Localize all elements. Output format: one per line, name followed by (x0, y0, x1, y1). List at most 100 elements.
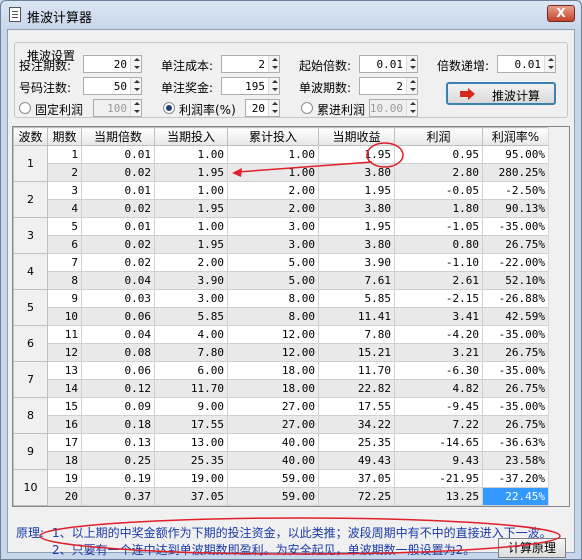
cell-profit[interactable]: -1.10 (394, 253, 483, 272)
cell-period[interactable]: 17 (47, 433, 82, 452)
cell-mult[interactable]: 0.02 (81, 235, 155, 254)
cell-period[interactable]: 1 (47, 145, 82, 164)
periods-spinner[interactable]: 20 (83, 55, 142, 73)
cell-rate[interactable]: -35.00% (482, 397, 549, 416)
cell-inv[interactable]: 1.00 (154, 181, 228, 200)
cell-cum[interactable]: 12.00 (227, 325, 319, 344)
cell-profit[interactable]: 3.41 (394, 307, 483, 326)
table-row[interactable]: 4 7 0.02 2.00 5.00 3.90 -1.10 -22.00% (13, 253, 549, 290)
cell-rate[interactable]: 280.25% (482, 163, 549, 182)
cell-ret[interactable]: 1.95 (318, 145, 395, 164)
cell-cum[interactable]: 3.00 (227, 217, 319, 236)
cell-rate[interactable]: -35.00% (482, 325, 549, 344)
cell-ret[interactable]: 25.35 (318, 433, 395, 452)
cell-ret[interactable]: 17.55 (318, 397, 395, 416)
cell-rate[interactable]: 95.00% (482, 145, 549, 164)
cell-period[interactable]: 15 (47, 397, 82, 416)
spinner-arrows-icon[interactable] (544, 56, 555, 72)
calculate-button[interactable]: 推波计算 (446, 82, 556, 105)
cell-mult[interactable]: 0.03 (81, 289, 155, 308)
cell-inv[interactable]: 2.00 (154, 253, 228, 272)
column-header[interactable]: 利润 (394, 127, 483, 146)
table-row[interactable]: 10 0.06 5.85 8.00 11.41 3.41 42.59% (14, 307, 549, 326)
cell-profit[interactable]: -14.65 (394, 433, 483, 452)
cell-cum[interactable]: 27.00 (227, 415, 319, 434)
table-row[interactable]: 6 0.02 1.95 3.00 3.80 0.80 26.75% (14, 235, 549, 254)
cell-rate[interactable]: -22.00% (482, 253, 549, 272)
cell-inv[interactable]: 37.05 (154, 487, 228, 506)
cell-profit[interactable]: 1.80 (394, 199, 483, 218)
calc-principle-button[interactable]: 计算原理 (498, 538, 566, 558)
cell-profit[interactable]: -0.05 (394, 181, 483, 200)
cell-mult[interactable]: 0.19 (81, 469, 155, 488)
cell-cum[interactable]: 59.00 (227, 469, 319, 488)
cell-ret[interactable]: 1.95 (318, 217, 395, 236)
cell-mult[interactable]: 0.37 (81, 487, 155, 506)
cell-ret[interactable]: 7.80 (318, 325, 395, 344)
cell-period[interactable]: 2 (47, 163, 82, 182)
table-row[interactable]: 3 5 0.01 1.00 3.00 1.95 -1.05 -35.00% (13, 217, 549, 254)
cell-inv[interactable]: 25.35 (154, 451, 228, 470)
cell-period[interactable]: 7 (47, 253, 82, 272)
cell-cum[interactable]: 8.00 (227, 289, 319, 308)
cell-cum[interactable]: 5.00 (227, 271, 319, 290)
cell-period[interactable]: 4 (47, 199, 82, 218)
cell-ret[interactable]: 5.85 (318, 289, 395, 308)
cell-inv[interactable]: 19.00 (154, 469, 228, 488)
column-header[interactable]: 期数 (47, 127, 82, 146)
table-row[interactable]: 9 17 0.13 13.00 40.00 25.35 -14.65 -36.63% (13, 433, 549, 470)
cell-cum[interactable]: 1.00 (227, 163, 319, 182)
table-row[interactable]: 14 0.12 11.70 18.00 22.82 4.82 26.75% (14, 379, 549, 398)
cell-rate[interactable]: 52.10% (482, 271, 549, 290)
start-multiplier-spinner[interactable]: 0.01 (359, 55, 418, 73)
cell-ret[interactable]: 49.43 (318, 451, 395, 470)
cell-rate[interactable]: -35.00% (482, 361, 549, 380)
cell-period[interactable]: 18 (47, 451, 82, 470)
cell-ret[interactable]: 1.95 (318, 181, 395, 200)
cell-mult[interactable]: 0.01 (81, 181, 155, 200)
spinner-arrows-icon[interactable] (130, 78, 141, 94)
cell-cum[interactable]: 59.00 (227, 487, 319, 506)
cell-profit[interactable]: -1.05 (394, 217, 483, 236)
unit-cost-spinner[interactable]: 2 (221, 55, 280, 73)
cell-cum[interactable]: 27.00 (227, 397, 319, 416)
cell-inv[interactable]: 1.00 (154, 145, 228, 164)
cell-inv[interactable]: 7.80 (154, 343, 228, 362)
cell-profit[interactable]: 3.21 (394, 343, 483, 362)
cell-mult[interactable]: 0.01 (81, 145, 155, 164)
table-row[interactable]: 2 3 0.01 1.00 2.00 1.95 -0.05 -2.50% (13, 181, 549, 218)
cell-rate[interactable]: -36.63% (482, 433, 549, 452)
table-row[interactable]: 18 0.25 25.35 40.00 49.43 9.43 23.58% (14, 451, 549, 470)
table-row[interactable]: 4 0.02 1.95 2.00 3.80 1.80 90.13% (14, 199, 549, 218)
cell-profit[interactable]: 0.95 (394, 145, 483, 164)
cell-ret[interactable]: 3.80 (318, 199, 395, 218)
cell-profit[interactable]: 2.80 (394, 163, 483, 182)
table-row[interactable]: 8 0.04 3.90 5.00 7.61 2.61 52.10% (14, 271, 549, 290)
cell-cum[interactable]: 1.00 (227, 145, 319, 164)
cell-inv[interactable]: 3.00 (154, 289, 228, 308)
cell-profit[interactable]: -9.45 (394, 397, 483, 416)
cell-cum[interactable]: 18.00 (227, 361, 319, 380)
table-row[interactable]: 1 1 0.01 1.00 1.00 1.95 0.95 95.00% (13, 145, 549, 182)
cell-ret[interactable]: 3.90 (318, 253, 395, 272)
cell-rate[interactable]: 42.59% (482, 307, 549, 326)
spinner-arrows-icon[interactable] (406, 78, 417, 94)
cell-mult[interactable]: 0.04 (81, 271, 155, 290)
cell-mult[interactable]: 0.04 (81, 325, 155, 344)
cell-mult[interactable]: 0.08 (81, 343, 155, 362)
cell-mult[interactable]: 0.12 (81, 379, 155, 398)
cell-mult[interactable]: 0.02 (81, 163, 155, 182)
cell-ret[interactable]: 34.22 (318, 415, 395, 434)
cell-ret[interactable]: 22.82 (318, 379, 395, 398)
table-row[interactable]: 2 0.02 1.95 1.00 3.80 2.80 280.25% (14, 163, 549, 182)
column-header[interactable]: 当期收益 (318, 127, 395, 146)
cell-period[interactable]: 8 (47, 271, 82, 290)
cell-ret[interactable]: 11.70 (318, 361, 395, 380)
cell-rate[interactable]: 26.75% (482, 379, 549, 398)
cumulative-profit-radio[interactable] (301, 102, 313, 114)
cell-ret[interactable]: 37.05 (318, 469, 395, 488)
cell-profit[interactable]: 4.82 (394, 379, 483, 398)
cell-period[interactable]: 14 (47, 379, 82, 398)
cell-ret[interactable]: 11.41 (318, 307, 395, 326)
cell-period[interactable]: 16 (47, 415, 82, 434)
